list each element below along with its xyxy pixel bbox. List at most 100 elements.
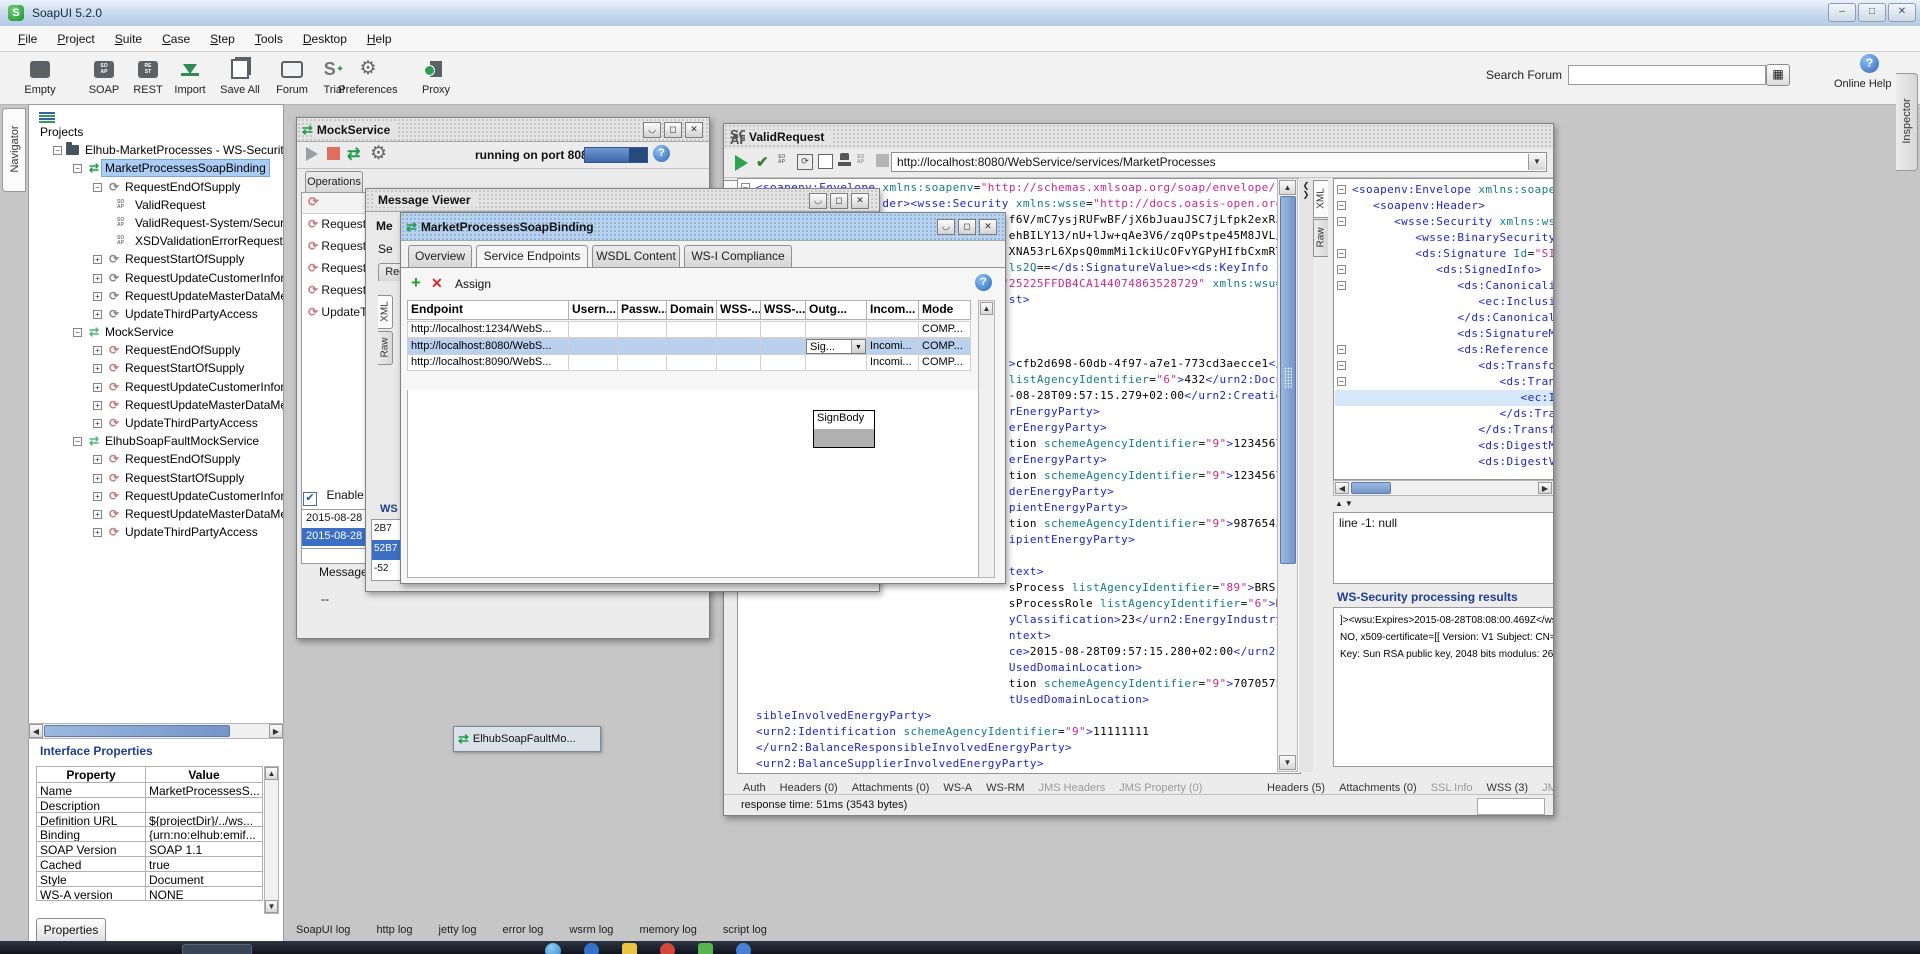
menu-step[interactable]: Step xyxy=(200,28,245,50)
submit-check-icon[interactable]: ✔ xyxy=(756,153,769,171)
split-view-icon[interactable] xyxy=(876,154,889,167)
app-title-bar[interactable]: S SoapUI 5.2.0 xyxy=(0,0,1920,27)
viewer-xml-tab[interactable]: XML xyxy=(378,295,393,329)
endpoint-column-1[interactable]: Usern... xyxy=(568,300,618,320)
menu-suite[interactable]: Suite xyxy=(105,28,152,50)
response-raw-tab[interactable]: Raw xyxy=(1313,219,1328,257)
log-tab-memory-log[interactable]: memory log xyxy=(639,924,696,936)
viewer-row-fragment[interactable]: -52 xyxy=(372,560,400,580)
tree-expander[interactable]: + xyxy=(93,274,102,283)
minimize-frame-icon[interactable]: ◡ xyxy=(643,122,661,138)
maximize-button[interactable]: □ xyxy=(1858,3,1886,22)
log-tab-soapui-log[interactable]: SoapUI log xyxy=(296,924,350,936)
tree-item-updatethirdpartyaccess[interactable]: +⟳UpdateThirdPartyAccess xyxy=(29,525,283,543)
endpoint-cell[interactable]: COMP... xyxy=(918,354,971,371)
tree-item-requestendofsupply[interactable]: −⟳RequestEndOfSupply xyxy=(29,180,283,198)
scroll-left-arrow[interactable]: ◀ xyxy=(29,724,43,738)
endpoint-cell[interactable] xyxy=(760,321,806,338)
endpoint-cell[interactable] xyxy=(568,338,618,355)
log-tab-script-log[interactable]: script log xyxy=(723,924,767,936)
stop-mock-icon[interactable] xyxy=(327,147,340,160)
request-v-scrollbar[interactable]: ▲ ▼ xyxy=(1277,178,1298,772)
endpoint-column-6[interactable]: Outg... xyxy=(805,300,867,320)
inspector-tab-wss-3-[interactable]: WSS (3) xyxy=(1487,782,1529,794)
mock-options-icon[interactable]: ⚙ xyxy=(370,144,387,164)
binding-help-icon[interactable]: ? xyxy=(975,274,992,291)
scrollbar-thumb[interactable] xyxy=(1351,482,1391,494)
viewer-list-fragment[interactable]: 2B752B7-52 xyxy=(371,519,401,581)
log-tab-wsrm-log[interactable]: wsrm log xyxy=(569,924,613,936)
tab-wsdl-content[interactable]: WSDL Content xyxy=(592,245,680,267)
toolbar-proxy[interactable]: Proxy xyxy=(398,56,474,96)
endpoint-cell[interactable]: COMP... xyxy=(918,321,971,338)
tree-item-requestupdatemasterdatameterin[interactable]: +⟳RequestUpdateMasterDataMeterin xyxy=(29,398,283,416)
endpoint-cell[interactable] xyxy=(716,338,761,355)
tab-overview[interactable]: Overview xyxy=(408,245,472,267)
scrollbar-thumb[interactable] xyxy=(1280,196,1296,564)
tree-expander[interactable]: − xyxy=(93,183,102,192)
endpoint-cell[interactable] xyxy=(760,338,806,355)
tree-expander[interactable]: + xyxy=(93,292,102,301)
scroll-left-arrow[interactable]: ◀ xyxy=(1335,482,1349,494)
taskbar-icon-5[interactable] xyxy=(736,943,751,954)
submit-request-icon[interactable] xyxy=(735,155,748,171)
restart-mock-icon[interactable]: ⇄ xyxy=(347,144,360,164)
tree-item-requestupdatecustomerinformati[interactable]: +⟳RequestUpdateCustomerInformati xyxy=(29,380,283,398)
properties-v-scrollbar[interactable]: ▲ ▼ xyxy=(264,766,279,914)
tree-item-requestendofsupply[interactable]: +⟳RequestEndOfSupply xyxy=(29,452,283,470)
endpoint-column-4[interactable]: WSS-... xyxy=(716,300,761,320)
tree-expander[interactable]: + xyxy=(93,492,102,501)
tree-item-validrequest-system-security[interactable]: SOAPValidRequest-System/Security xyxy=(29,216,283,234)
tree-item-validrequest[interactable]: SOAPValidRequest xyxy=(29,198,283,216)
tree-item-requestupdatemasterdatameterin[interactable]: +⟳RequestUpdateMasterDataMeterin xyxy=(29,289,283,307)
tree-expander[interactable]: − xyxy=(53,146,62,155)
chevron-down-icon[interactable]: ▼ xyxy=(1528,154,1545,170)
inspector-tab-headers-0-[interactable]: Headers (0) xyxy=(780,782,838,794)
log-tab-error-log[interactable]: error log xyxy=(502,924,543,936)
menu-desktop[interactable]: Desktop xyxy=(293,28,357,50)
endpoint-cell[interactable] xyxy=(568,354,618,371)
navigator-menu-icon[interactable] xyxy=(39,111,55,124)
endpoint-cell[interactable] xyxy=(617,354,667,371)
toolbar-preferences[interactable]: ⚙Preferences xyxy=(330,56,406,96)
tree-item-marketprocessessoapbinding[interactable]: −⇄MarketProcessesSoapBinding xyxy=(29,161,283,179)
outgoing-wss-dropdown-popup[interactable]: SignBody xyxy=(813,410,875,448)
scroll-up-arrow[interactable]: ▲ xyxy=(980,302,993,315)
stamp-icon[interactable] xyxy=(838,153,851,168)
endpoint-cell[interactable] xyxy=(617,338,667,355)
endpoint-column-2[interactable]: Passw... xyxy=(617,300,667,320)
scroll-right-arrow[interactable]: ▶ xyxy=(1538,482,1552,494)
menu-help[interactable]: Help xyxy=(357,28,402,50)
inspector-tab-ws-a[interactable]: WS-A xyxy=(943,782,972,794)
endpoint-cell[interactable] xyxy=(666,321,717,338)
windows-taskbar[interactable] xyxy=(0,941,1920,954)
tree-expander[interactable]: + xyxy=(93,419,102,428)
taskbar-icon-2[interactable] xyxy=(622,943,637,954)
tree-item-projects[interactable]: Projects xyxy=(29,125,283,143)
endpoint-cell[interactable]: Incomi... xyxy=(866,338,919,355)
maximize-frame-icon[interactable]: ◻ xyxy=(958,219,976,235)
maximize-frame-icon[interactable]: ◻ xyxy=(830,193,848,209)
scroll-up-arrow[interactable]: ▲ xyxy=(1279,180,1296,195)
endpoint-url-combobox[interactable]: http://localhost:8080/WebService/service… xyxy=(891,152,1547,172)
fold-marker[interactable]: − xyxy=(1337,265,1346,274)
endpoint-column-3[interactable]: Domain xyxy=(666,300,717,320)
mock-help-icon[interactable]: ? xyxy=(653,145,670,162)
fold-marker[interactable]: − xyxy=(1337,377,1346,386)
minimize-frame-icon[interactable]: ◡ xyxy=(809,193,827,209)
chevron-down-icon[interactable]: ▼ xyxy=(851,340,865,353)
menu-case[interactable]: Case xyxy=(152,28,200,50)
clear-request-icon[interactable] xyxy=(818,154,833,169)
tree-expander[interactable]: + xyxy=(93,346,102,355)
online-help-icon[interactable]: ? xyxy=(1860,54,1879,73)
endpoint-cell[interactable]: COMP... xyxy=(918,338,971,355)
close-frame-icon[interactable]: ✕ xyxy=(685,122,703,138)
close-frame-icon[interactable]: ✕ xyxy=(851,193,869,209)
endpoint-cell[interactable] xyxy=(666,338,717,355)
tree-expander[interactable]: + xyxy=(93,401,102,410)
response-h-scrollbar[interactable]: ◀ ▶ xyxy=(1333,480,1554,496)
endpoint-column-8[interactable]: Mode xyxy=(918,300,971,320)
pane-splitter[interactable]: ❮❯ xyxy=(1299,178,1313,772)
endpoint-cell[interactable] xyxy=(617,321,667,338)
inspector-tab-attachments-0-[interactable]: Attachments (0) xyxy=(1339,782,1417,794)
